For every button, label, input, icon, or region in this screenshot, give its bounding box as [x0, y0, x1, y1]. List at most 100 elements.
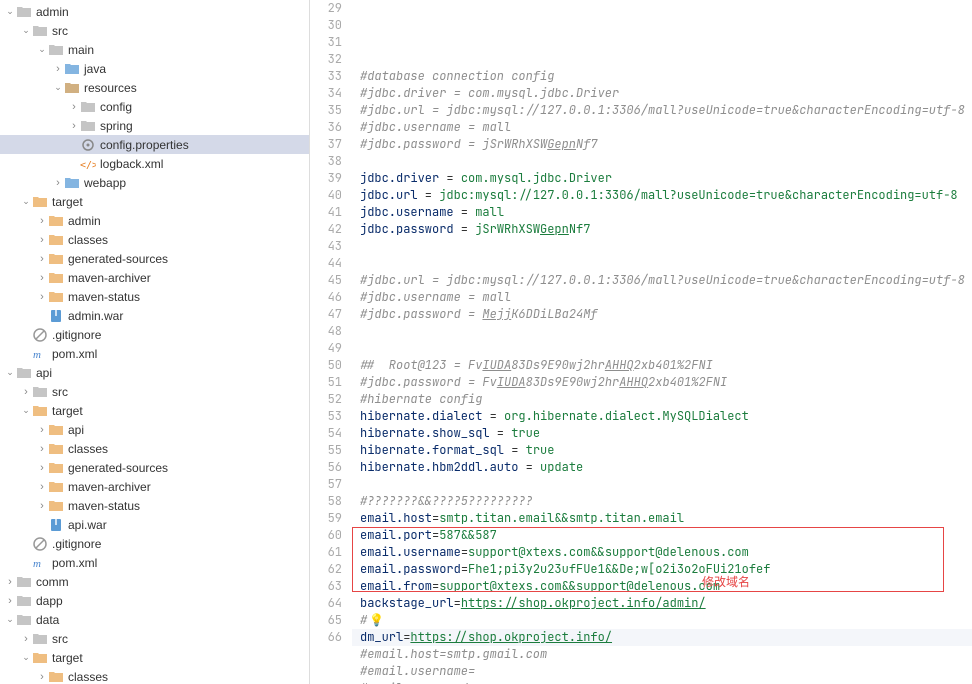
tree-item[interactable]: target — [0, 192, 309, 211]
tree-item[interactable]: classes — [0, 230, 309, 249]
tree-item[interactable]: </>logback.xml — [0, 154, 309, 173]
chevron-closed-icon[interactable] — [36, 500, 48, 512]
code-line[interactable]: email.username=support@xtexs.com&&suppor… — [352, 544, 972, 561]
tree-item[interactable]: generated-sources — [0, 458, 309, 477]
code-line[interactable]: #hibernate config — [352, 391, 972, 408]
chevron-closed-icon[interactable] — [36, 291, 48, 303]
code-line[interactable]: backstage_url=https://shop.okproject.inf… — [352, 595, 972, 612]
code-line[interactable]: #💡 — [352, 612, 972, 629]
chevron-open-icon[interactable] — [52, 82, 64, 93]
tree-item[interactable]: mpom.xml — [0, 553, 309, 572]
code-line[interactable]: jdbc.driver = com.mysql.jdbc.Driver — [352, 170, 972, 187]
code-line[interactable]: hibernate.show_sql = true — [352, 425, 972, 442]
chevron-closed-icon[interactable] — [20, 386, 32, 398]
chevron-closed-icon[interactable] — [68, 120, 80, 132]
tree-item[interactable]: admin.war — [0, 306, 309, 325]
tree-item[interactable]: spring — [0, 116, 309, 135]
chevron-open-icon[interactable] — [36, 44, 48, 55]
code-line[interactable]: #jdbc.username = mall — [352, 289, 972, 306]
tree-item[interactable]: classes — [0, 439, 309, 458]
tree-item[interactable]: webapp — [0, 173, 309, 192]
code-line[interactable]: email.password=Fhe1;pi3y2u23ufFUe1&&De;w… — [352, 561, 972, 578]
tree-item[interactable]: maven-archiver — [0, 268, 309, 287]
chevron-closed-icon[interactable] — [36, 481, 48, 493]
chevron-closed-icon[interactable] — [4, 576, 16, 588]
tree-item[interactable]: config.properties — [0, 135, 309, 154]
chevron-open-icon[interactable] — [4, 367, 16, 378]
code-line[interactable] — [352, 238, 972, 255]
chevron-closed-icon[interactable] — [36, 253, 48, 265]
code-line[interactable]: email.port=587&&587 — [352, 527, 972, 544]
tree-item[interactable]: data — [0, 610, 309, 629]
tree-item[interactable]: target — [0, 401, 309, 420]
tree-item[interactable]: config — [0, 97, 309, 116]
chevron-closed-icon[interactable] — [36, 272, 48, 284]
chevron-open-icon[interactable] — [4, 614, 16, 625]
tree-item[interactable]: admin — [0, 2, 309, 21]
tree-item[interactable]: src — [0, 629, 309, 648]
code-line[interactable]: #email.username= — [352, 663, 972, 680]
code-line[interactable]: jdbc.username = mall — [352, 204, 972, 221]
code-line[interactable] — [352, 323, 972, 340]
code-line[interactable]: hibernate.hbm2ddl.auto = update — [352, 459, 972, 476]
code-line[interactable]: ## Root@123 = FvIUDA83Ds9E90wj2hrAHHQ2xb… — [352, 357, 972, 374]
code-line[interactable]: #???????&&????5????????? — [352, 493, 972, 510]
tree-item[interactable]: resources — [0, 78, 309, 97]
tree-item[interactable]: mpom.xml — [0, 344, 309, 363]
code-line[interactable]: hibernate.dialect = org.hibernate.dialec… — [352, 408, 972, 425]
tree-item[interactable]: classes — [0, 667, 309, 684]
code-line[interactable]: #jdbc.password = MejjK6DDiLBa24Mf — [352, 306, 972, 323]
code-line[interactable]: #email.password= — [352, 680, 972, 684]
chevron-open-icon[interactable] — [20, 405, 32, 416]
tree-item[interactable]: maven-status — [0, 496, 309, 515]
chevron-closed-icon[interactable] — [36, 234, 48, 246]
code-line[interactable] — [352, 255, 972, 272]
chevron-closed-icon[interactable] — [52, 177, 64, 189]
tree-item[interactable]: api — [0, 363, 309, 382]
code-line[interactable]: #jdbc.password = FvIUDA83Ds9E90wj2hrAHHQ… — [352, 374, 972, 391]
tree-item[interactable]: api — [0, 420, 309, 439]
chevron-closed-icon[interactable] — [68, 101, 80, 113]
code-line[interactable]: #email.host=smtp.gmail.com — [352, 646, 972, 663]
code-line[interactable] — [352, 340, 972, 357]
chevron-closed-icon[interactable] — [36, 671, 48, 683]
chevron-closed-icon[interactable] — [36, 443, 48, 455]
code-line[interactable]: #jdbc.password = jSrWRhXSWGepnNf7 — [352, 136, 972, 153]
code-line[interactable]: #jdbc.url = jdbc:mysql://127.0.0.1:3306/… — [352, 272, 972, 289]
tree-item[interactable]: maven-status — [0, 287, 309, 306]
code-line[interactable]: #jdbc.username = mall — [352, 119, 972, 136]
chevron-closed-icon[interactable] — [52, 63, 64, 75]
tree-item[interactable]: src — [0, 21, 309, 40]
tree-item[interactable]: comm — [0, 572, 309, 591]
tree-item[interactable]: .gitignore — [0, 325, 309, 344]
code-line[interactable]: email.host=smtp.titan.email&&smtp.titan.… — [352, 510, 972, 527]
tree-item[interactable]: maven-archiver — [0, 477, 309, 496]
code-line[interactable]: email.from=support@xtexs.com&&support@de… — [352, 578, 972, 595]
tree-item[interactable]: admin — [0, 211, 309, 230]
code-line[interactable]: #database connection config — [352, 68, 972, 85]
code-line[interactable]: dm_url=https://shop.okproject.info/ — [352, 629, 972, 646]
chevron-open-icon[interactable] — [20, 196, 32, 207]
tree-item[interactable]: src — [0, 382, 309, 401]
chevron-closed-icon[interactable] — [36, 462, 48, 474]
chevron-closed-icon[interactable] — [4, 595, 16, 607]
tree-item[interactable]: .gitignore — [0, 534, 309, 553]
tree-item[interactable]: main — [0, 40, 309, 59]
project-tree[interactable]: adminsrcmainjavaresourcesconfigspringcon… — [0, 0, 310, 684]
code-editor[interactable]: 2930313233343536373839404142434445464748… — [310, 0, 972, 684]
code-line[interactable]: #jdbc.url = jdbc:mysql://127.0.0.1:3306/… — [352, 102, 972, 119]
tree-item[interactable]: dapp — [0, 591, 309, 610]
code-area[interactable]: 修改域名 #database connection config#jdbc.dr… — [352, 0, 972, 684]
chevron-closed-icon[interactable] — [36, 215, 48, 227]
code-line[interactable]: jdbc.password = jSrWRhXSWGepnNf7 — [352, 221, 972, 238]
chevron-open-icon[interactable] — [20, 652, 32, 663]
chevron-closed-icon[interactable] — [20, 633, 32, 645]
code-line[interactable]: #jdbc.driver = com.mysql.jdbc.Driver — [352, 85, 972, 102]
tree-item[interactable]: generated-sources — [0, 249, 309, 268]
intention-bulb-icon[interactable]: 💡 — [369, 612, 384, 628]
chevron-open-icon[interactable] — [20, 25, 32, 36]
tree-item[interactable]: api.war — [0, 515, 309, 534]
code-line[interactable] — [352, 476, 972, 493]
chevron-open-icon[interactable] — [4, 6, 16, 17]
tree-item[interactable]: java — [0, 59, 309, 78]
